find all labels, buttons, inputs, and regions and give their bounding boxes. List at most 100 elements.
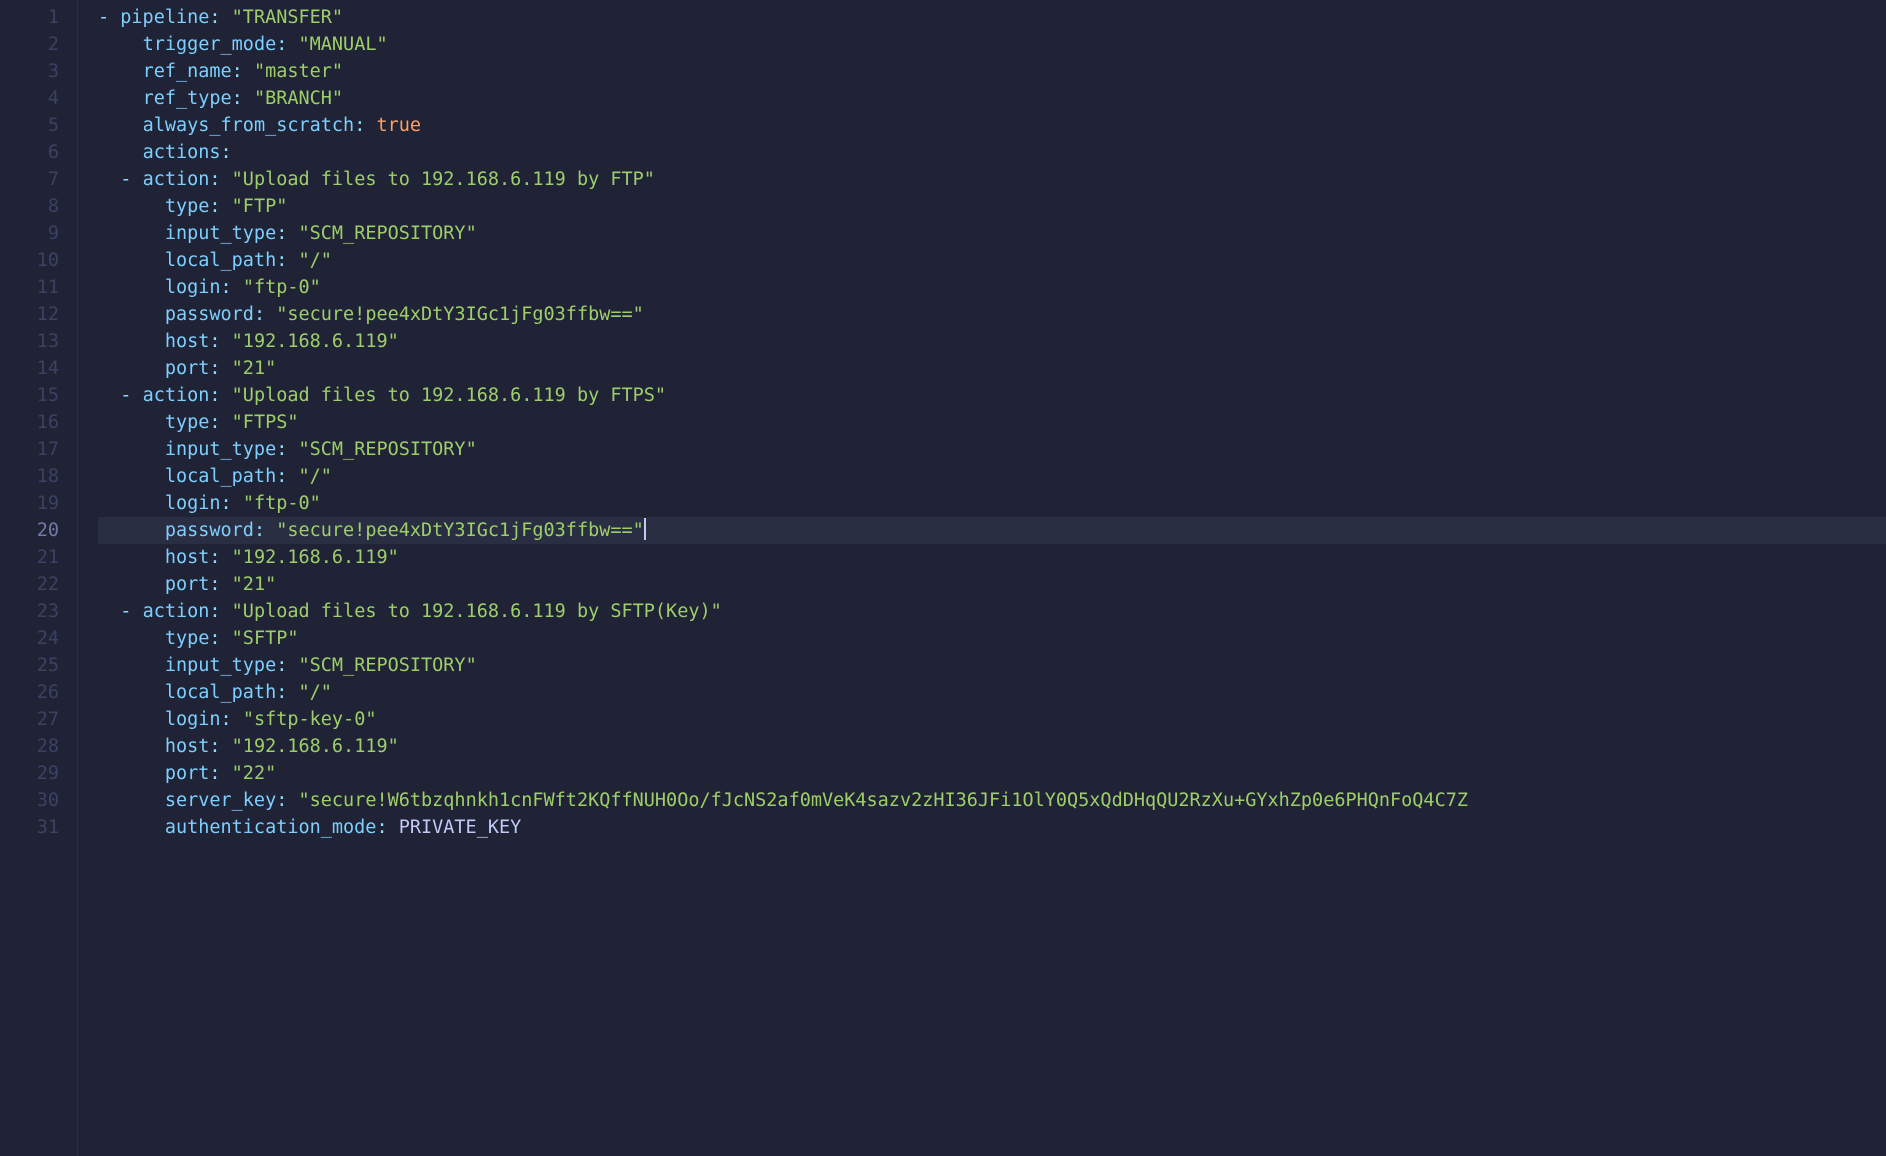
code-line[interactable]: trigger_mode: "MANUAL" xyxy=(98,31,1886,58)
yaml-colon: : xyxy=(254,304,265,325)
yaml-key: input_type xyxy=(165,655,276,676)
line-number: 21 xyxy=(0,544,59,571)
yaml-colon: : xyxy=(209,547,220,568)
yaml-key: server_key xyxy=(165,790,276,811)
code-line[interactable]: authentication_mode: PRIVATE_KEY xyxy=(98,814,1886,841)
yaml-key: host xyxy=(165,736,210,757)
line-number: 10 xyxy=(0,247,59,274)
code-line[interactable]: ref_name: "master" xyxy=(98,58,1886,85)
yaml-value: "TRANSFER" xyxy=(232,7,343,28)
line-number: 18 xyxy=(0,463,59,490)
yaml-colon: : xyxy=(276,655,287,676)
yaml-key: port xyxy=(165,763,210,784)
yaml-value: "21" xyxy=(232,358,277,379)
code-line[interactable]: local_path: "/" xyxy=(98,247,1886,274)
line-number: 16 xyxy=(0,409,59,436)
code-line[interactable]: type: "FTPS" xyxy=(98,409,1886,436)
line-number: 28 xyxy=(0,733,59,760)
code-line[interactable]: host: "192.168.6.119" xyxy=(98,328,1886,355)
yaml-key: ref_type xyxy=(143,88,232,109)
yaml-colon: : xyxy=(209,385,220,406)
yaml-colon: : xyxy=(209,412,220,433)
line-number: 5 xyxy=(0,112,59,139)
code-line[interactable]: port: "21" xyxy=(98,571,1886,598)
code-line[interactable]: password: "secure!pee4xDtY3IGc1jFg03ffbw… xyxy=(98,301,1886,328)
line-number: 6 xyxy=(0,139,59,166)
code-line[interactable]: - pipeline: "TRANSFER" xyxy=(98,4,1886,31)
code-line[interactable]: port: "22" xyxy=(98,760,1886,787)
code-line[interactable]: type: "FTP" xyxy=(98,193,1886,220)
yaml-colon: : xyxy=(276,223,287,244)
line-number: 19 xyxy=(0,490,59,517)
yaml-key: action xyxy=(143,169,210,190)
code-line[interactable]: - action: "Upload files to 192.168.6.119… xyxy=(98,382,1886,409)
yaml-value: "SFTP" xyxy=(232,628,299,649)
yaml-colon: : xyxy=(209,628,220,649)
yaml-key: always_from_scratch xyxy=(143,115,355,136)
line-number: 24 xyxy=(0,625,59,652)
yaml-colon: : xyxy=(209,7,220,28)
yaml-colon: : xyxy=(232,61,243,82)
line-number: 14 xyxy=(0,355,59,382)
yaml-value: "SCM_REPOSITORY" xyxy=(299,223,477,244)
yaml-key: local_path xyxy=(165,466,276,487)
code-area[interactable]: - pipeline: "TRANSFER" trigger_mode: "MA… xyxy=(78,0,1886,1156)
code-line[interactable]: local_path: "/" xyxy=(98,463,1886,490)
yaml-key: type xyxy=(165,628,210,649)
yaml-dash: - xyxy=(120,385,131,406)
line-number: 8 xyxy=(0,193,59,220)
yaml-colon: : xyxy=(276,790,287,811)
yaml-colon: : xyxy=(276,682,287,703)
code-line[interactable]: password: "secure!pee4xDtY3IGc1jFg03ffbw… xyxy=(98,517,1886,544)
yaml-key: local_path xyxy=(165,682,276,703)
code-line[interactable]: - action: "Upload files to 192.168.6.119… xyxy=(98,598,1886,625)
yaml-colon: : xyxy=(221,709,232,730)
yaml-value: "ftp-0" xyxy=(243,493,321,514)
line-number: 12 xyxy=(0,301,59,328)
code-line[interactable]: server_key: "secure!W6tbzqhnkh1cnFWft2KQ… xyxy=(98,787,1886,814)
code-line[interactable]: login: "ftp-0" xyxy=(98,490,1886,517)
yaml-value: "sftp-key-0" xyxy=(243,709,377,730)
yaml-value: "FTP" xyxy=(232,196,288,217)
code-line[interactable]: ref_type: "BRANCH" xyxy=(98,85,1886,112)
code-line[interactable]: actions: xyxy=(98,139,1886,166)
yaml-colon: : xyxy=(209,358,220,379)
line-number: 29 xyxy=(0,760,59,787)
line-number: 15 xyxy=(0,382,59,409)
code-line[interactable]: input_type: "SCM_REPOSITORY" xyxy=(98,652,1886,679)
line-number: 4 xyxy=(0,85,59,112)
yaml-value: "/" xyxy=(299,466,332,487)
line-number: 17 xyxy=(0,436,59,463)
yaml-key: action xyxy=(143,385,210,406)
line-number: 2 xyxy=(0,31,59,58)
yaml-value: "/" xyxy=(299,250,332,271)
line-number: 20 xyxy=(0,517,59,544)
yaml-key: password xyxy=(165,520,254,541)
code-line[interactable]: host: "192.168.6.119" xyxy=(98,544,1886,571)
yaml-key: input_type xyxy=(165,223,276,244)
line-number: 23 xyxy=(0,598,59,625)
code-line[interactable]: local_path: "/" xyxy=(98,679,1886,706)
line-number: 25 xyxy=(0,652,59,679)
code-editor[interactable]: 1234567891011121314151617181920212223242… xyxy=(0,0,1886,1156)
code-line[interactable]: login: "ftp-0" xyxy=(98,274,1886,301)
yaml-key: port xyxy=(165,574,210,595)
code-line[interactable]: input_type: "SCM_REPOSITORY" xyxy=(98,436,1886,463)
yaml-colon: : xyxy=(209,331,220,352)
yaml-dash: - xyxy=(120,169,131,190)
code-line[interactable]: port: "21" xyxy=(98,355,1886,382)
yaml-value: "Upload files to 192.168.6.119 by FTPS" xyxy=(232,385,666,406)
yaml-value: "secure!pee4xDtY3IGc1jFg03ffbw==" xyxy=(276,304,644,325)
code-line[interactable]: always_from_scratch: true xyxy=(98,112,1886,139)
yaml-colon: : xyxy=(232,88,243,109)
yaml-key: login xyxy=(165,709,221,730)
code-line[interactable]: login: "sftp-key-0" xyxy=(98,706,1886,733)
code-line[interactable]: input_type: "SCM_REPOSITORY" xyxy=(98,220,1886,247)
yaml-value: "BRANCH" xyxy=(254,88,343,109)
line-number: 13 xyxy=(0,328,59,355)
yaml-value: "SCM_REPOSITORY" xyxy=(299,439,477,460)
yaml-key: host xyxy=(165,547,210,568)
code-line[interactable]: - action: "Upload files to 192.168.6.119… xyxy=(98,166,1886,193)
code-line[interactable]: host: "192.168.6.119" xyxy=(98,733,1886,760)
code-line[interactable]: type: "SFTP" xyxy=(98,625,1886,652)
